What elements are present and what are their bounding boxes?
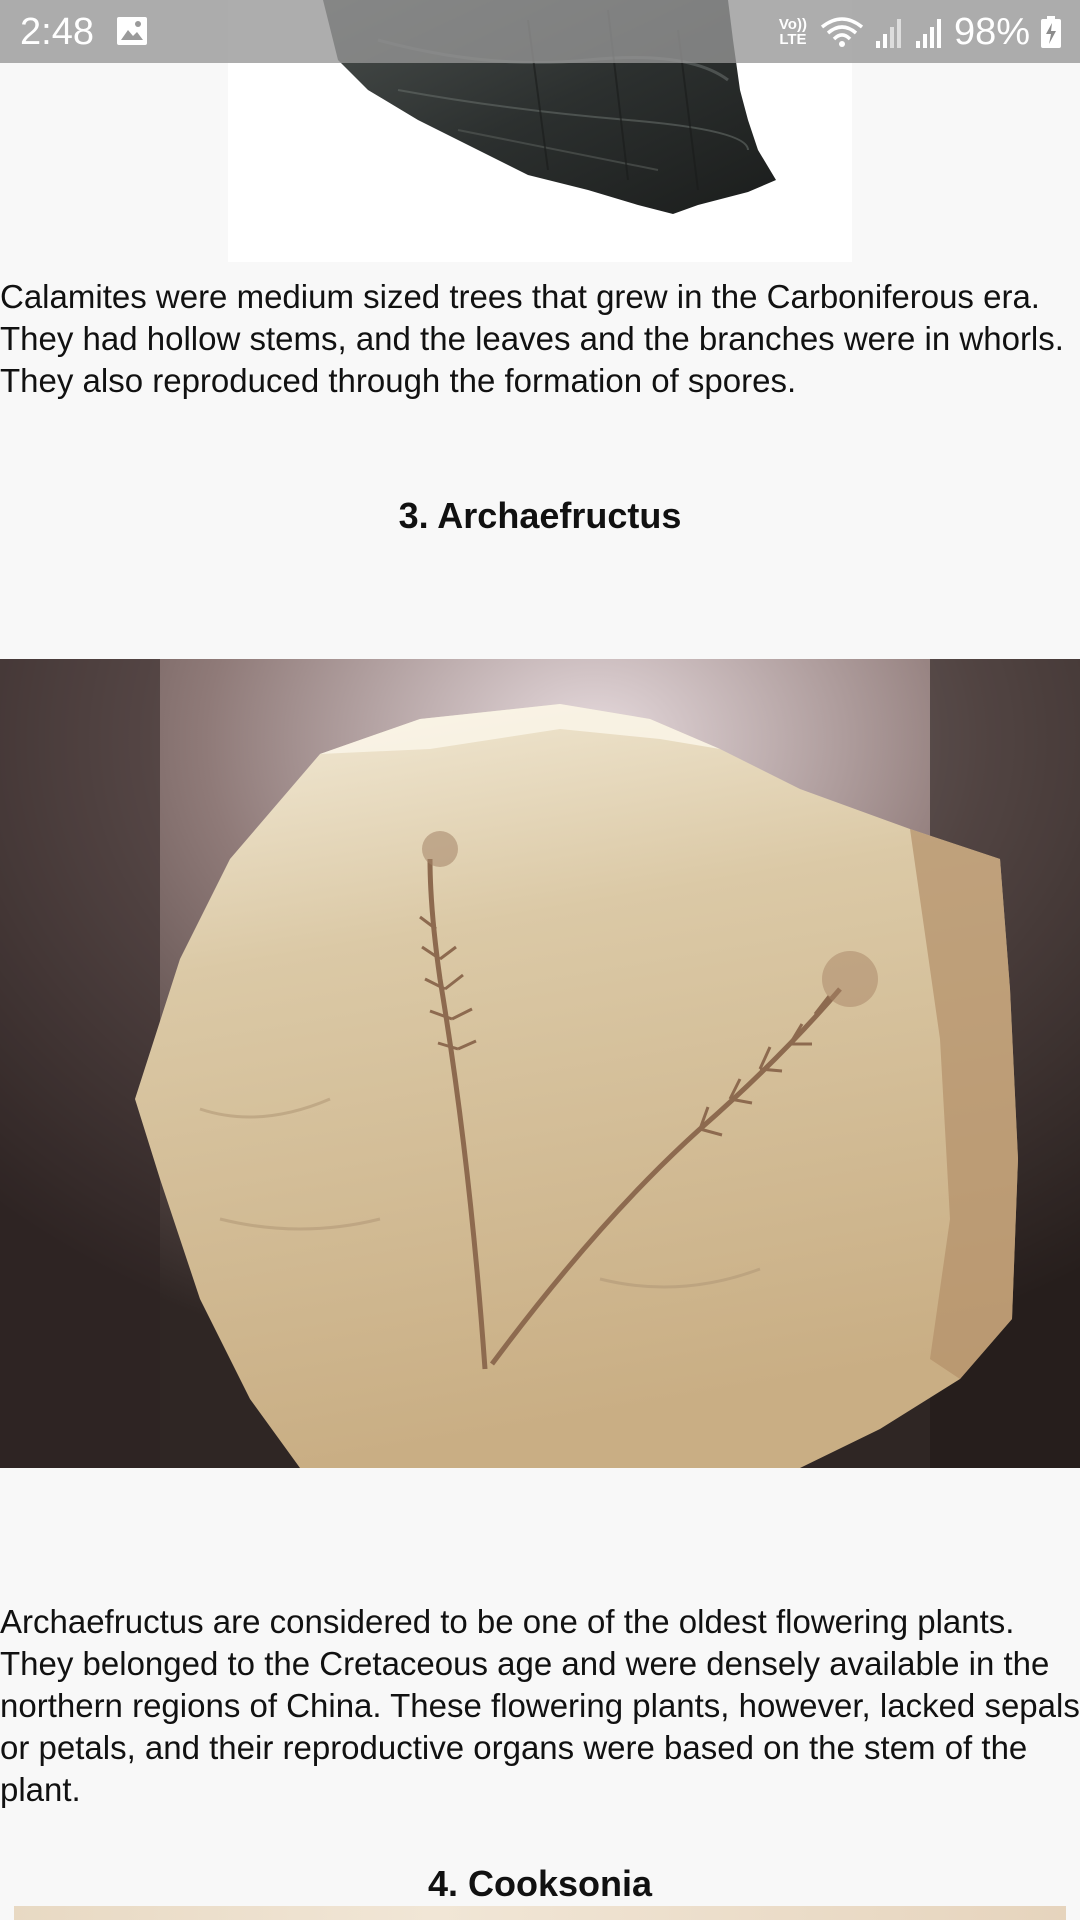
status-time: 2:48 [20, 11, 94, 53]
status-bar: 2:48 Vo)) LTE 98% [0, 0, 1080, 63]
battery-charging-icon [1040, 15, 1062, 49]
archaefructus-fossil-image [0, 659, 1080, 1468]
wifi-icon [820, 15, 864, 49]
archaefructus-heading: 3. Archaefructus [398, 495, 682, 536]
gallery-icon [116, 16, 148, 46]
archaefructus-paragraph: Archaefructus are considered to be one o… [0, 1603, 1080, 1808]
volte-indicator: Vo)) LTE [778, 16, 807, 48]
cooksonia-fossil-image [14, 1906, 1066, 1920]
calamites-paragraph: Calamites were medium sized trees that g… [0, 278, 1064, 399]
signal-icon [874, 15, 904, 49]
battery-percent: 98% [953, 11, 1030, 53]
status-indicators: Vo)) LTE 98% [776, 10, 1062, 54]
signal-icon [914, 15, 944, 49]
cooksonia-heading: 4. Cooksonia [427, 1863, 653, 1904]
